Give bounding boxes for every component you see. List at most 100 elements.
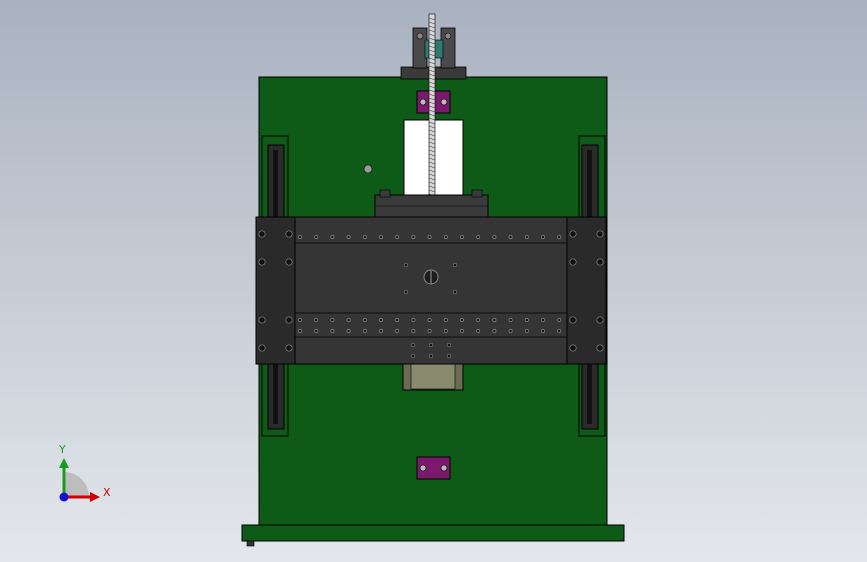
bolt-hole xyxy=(427,235,432,239)
bolt-hole xyxy=(524,329,529,333)
bolt-hole xyxy=(541,235,545,239)
bolt-hole xyxy=(379,318,383,322)
bolt-hole xyxy=(330,318,335,322)
bolt-hole xyxy=(569,258,577,266)
bolt-hole xyxy=(508,235,513,239)
bolt-hole xyxy=(443,318,448,322)
bolt-hole xyxy=(569,316,577,324)
bolt-hole xyxy=(596,344,604,352)
bolt-hole xyxy=(258,258,266,266)
carriage-left-end[interactable] xyxy=(255,216,296,365)
bolt-hole xyxy=(557,318,562,322)
triad-x-arrow xyxy=(90,492,100,502)
bolt-hole xyxy=(362,235,367,239)
bolt-hole xyxy=(298,329,302,333)
base-foot-plate[interactable] xyxy=(241,524,625,542)
bolt-hole xyxy=(362,329,367,333)
triad-x-label: X xyxy=(103,486,111,499)
bolt-hole xyxy=(379,235,383,239)
nut-tab xyxy=(471,189,483,198)
bolt-hole xyxy=(508,329,513,333)
axis-triad-icon[interactable] xyxy=(59,458,100,502)
bolt-hole xyxy=(411,318,416,322)
bolt-hole xyxy=(285,258,293,266)
bolt-hole xyxy=(541,329,545,333)
locating-pin xyxy=(363,164,373,174)
bolt-hole xyxy=(258,344,266,352)
bolt-hole xyxy=(492,318,497,322)
bolt-hole xyxy=(427,318,432,322)
bolt-hole xyxy=(460,329,464,333)
bolt-hole xyxy=(395,318,400,322)
bolt-hole xyxy=(596,230,604,238)
triad-rotation-arc xyxy=(64,472,89,497)
bolt-hole xyxy=(443,329,448,333)
bolt-hole xyxy=(428,353,434,359)
bolt-hole xyxy=(596,258,604,266)
triad-y-arrow xyxy=(59,458,69,468)
bolt-hole xyxy=(427,329,432,333)
bracket-bolt xyxy=(444,32,452,40)
bolt-hole xyxy=(569,344,577,352)
block-bolt xyxy=(419,98,427,106)
bolt-hole xyxy=(569,230,577,238)
bolt-hole xyxy=(508,318,513,322)
bolt-hole xyxy=(298,318,302,322)
bolt-hole xyxy=(446,342,452,348)
bolt-hole xyxy=(346,329,351,333)
moving-carriage[interactable] xyxy=(255,216,607,365)
bolt-hole xyxy=(410,342,416,348)
bolt-hole xyxy=(314,235,319,239)
foot-screw xyxy=(246,540,255,547)
cad-model-view[interactable] xyxy=(0,0,867,562)
block-bolt xyxy=(419,464,427,472)
cad-viewport[interactable]: X Y xyxy=(0,0,867,562)
bolt-hole xyxy=(395,329,400,333)
bolt-hole xyxy=(541,318,545,322)
bolt-hole xyxy=(285,230,293,238)
bolt-hole xyxy=(362,318,367,322)
bolt-hole xyxy=(346,235,351,239)
bolt-hole xyxy=(330,235,335,239)
nut-housing[interactable] xyxy=(374,194,489,220)
bolt-hole xyxy=(411,329,416,333)
nut-tab xyxy=(379,189,391,198)
bolt-hole xyxy=(379,329,383,333)
bolt-hole xyxy=(492,235,497,239)
bolt-hole xyxy=(557,235,562,239)
bolt-hole xyxy=(395,235,400,239)
bolt-hole xyxy=(411,235,416,239)
triad-y-label: Y xyxy=(59,443,66,456)
bolt-hole xyxy=(492,329,497,333)
bolt-hole xyxy=(258,316,266,324)
bolt-hole xyxy=(403,262,409,268)
bolt-hole xyxy=(314,318,319,322)
bolt-hole xyxy=(428,342,434,348)
bolt-hole xyxy=(524,318,529,322)
bolt-hole xyxy=(452,289,458,295)
bolt-hole xyxy=(314,329,319,333)
coupling-body xyxy=(410,363,456,390)
bolt-hole xyxy=(258,230,266,238)
carriage-right-end[interactable] xyxy=(566,216,607,365)
bolt-hole xyxy=(460,318,464,322)
block-bolt xyxy=(440,98,448,106)
bolt-hole xyxy=(285,316,293,324)
bolt-hole xyxy=(285,344,293,352)
bolt-hole xyxy=(443,235,448,239)
bracket-bolt xyxy=(416,32,424,40)
bolt-hole xyxy=(476,235,481,239)
bolt-hole xyxy=(346,318,351,322)
bolt-hole xyxy=(446,353,452,359)
block-bolt xyxy=(440,464,448,472)
bolt-hole xyxy=(298,235,302,239)
bolt-hole xyxy=(452,262,458,268)
bolt-hole xyxy=(460,235,464,239)
bolt-hole xyxy=(476,318,481,322)
bolt-hole xyxy=(330,329,335,333)
bolt-hole xyxy=(410,353,416,359)
bolt-hole xyxy=(524,235,529,239)
bolt-hole xyxy=(476,329,481,333)
bolt-hole xyxy=(596,316,604,324)
bolt-hole xyxy=(557,329,562,333)
